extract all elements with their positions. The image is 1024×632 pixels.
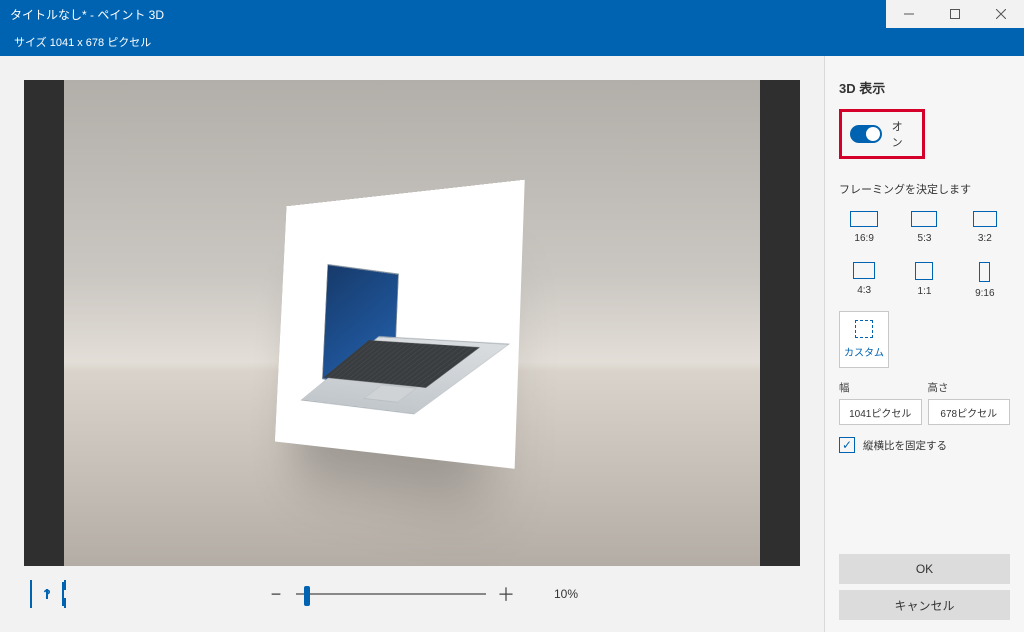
height-label: 高さ (928, 380, 1011, 395)
viewport-letterbox-left (24, 80, 64, 566)
canvas-pane: ? − ＋ 10% (0, 56, 824, 632)
ratio-3-2[interactable]: 3:2 (960, 207, 1010, 250)
custom-ratio-icon (855, 320, 873, 338)
zoom-slider-thumb[interactable] (304, 586, 310, 606)
canvas-size-text: サイズ 1041 x 678 ピクセル (14, 34, 151, 50)
ratio-9-16[interactable]: 9:16 (960, 258, 1010, 305)
view-3d-toggle[interactable] (850, 125, 882, 143)
aspect-ratio-grid: 16:9 5:3 3:2 4:3 1:1 9:16 (839, 207, 1010, 305)
ratio-custom[interactable]: カスタム (839, 311, 889, 368)
canvas-plane (275, 180, 525, 469)
width-label: 幅 (839, 380, 922, 395)
panel-heading: 3D 表示 (839, 78, 1010, 97)
app-window: タイトルなし* - ペイント 3D サイズ 1041 x 678 ピクセル (0, 0, 1024, 632)
zoom-in-button[interactable]: ＋ (496, 581, 516, 607)
lock-aspect-checkbox[interactable]: ✓ (839, 437, 855, 453)
ratio-5-3-label: 5:3 (918, 233, 932, 244)
zoom-out-button[interactable]: − (266, 584, 286, 605)
maximize-icon (950, 9, 960, 19)
ratio-custom-label: カスタム (844, 344, 884, 359)
window-title: タイトルなし* - ペイント 3D (0, 6, 164, 23)
ratio-16-9[interactable]: 16:9 (839, 207, 889, 250)
fit-to-screen-button[interactable]: ? (30, 582, 64, 606)
ratio-3-2-label: 3:2 (978, 233, 992, 244)
zoom-slider[interactable] (296, 593, 486, 595)
cancel-button[interactable]: キャンセル (839, 590, 1010, 620)
minimize-button[interactable] (886, 0, 932, 28)
close-icon (996, 9, 1006, 19)
zoom-value: 10% (554, 587, 598, 601)
view-3d-toggle-label: オン (892, 118, 910, 150)
ratio-1-1-label: 1:1 (918, 286, 932, 297)
toggle-highlight: オン (839, 109, 925, 159)
ratio-1-1[interactable]: 1:1 (899, 258, 949, 305)
height-input[interactable] (928, 399, 1011, 425)
ratio-16-9-label: 16:9 (854, 233, 873, 244)
ratio-9-16-label: 9:16 (975, 288, 994, 299)
maximize-button[interactable] (932, 0, 978, 28)
fit-icon: ? (43, 587, 50, 601)
ratio-4-3[interactable]: 4:3 (839, 258, 889, 305)
titlebar: タイトルなし* - ペイント 3D サイズ 1041 x 678 ピクセル (0, 0, 1024, 56)
minimize-icon (904, 9, 914, 19)
ratio-5-3[interactable]: 5:3 (899, 207, 949, 250)
ok-button[interactable]: OK (839, 554, 1010, 584)
width-input[interactable] (839, 399, 922, 425)
lock-aspect-label: 縦横比を固定する (863, 438, 947, 453)
close-button[interactable] (978, 0, 1024, 28)
bottom-bar: ? − ＋ 10% (24, 566, 800, 622)
laptop-artwork (317, 263, 475, 435)
side-panel: 3D 表示 オン フレーミングを決定します 16:9 5:3 3:2 4:3 1… (824, 56, 1024, 632)
ratio-4-3-label: 4:3 (857, 285, 871, 296)
canvas-plane-wrap (238, 193, 538, 453)
viewport-letterbox-right (760, 80, 800, 566)
viewport-3d[interactable] (24, 80, 800, 566)
framing-label: フレーミングを決定します (839, 181, 1010, 197)
